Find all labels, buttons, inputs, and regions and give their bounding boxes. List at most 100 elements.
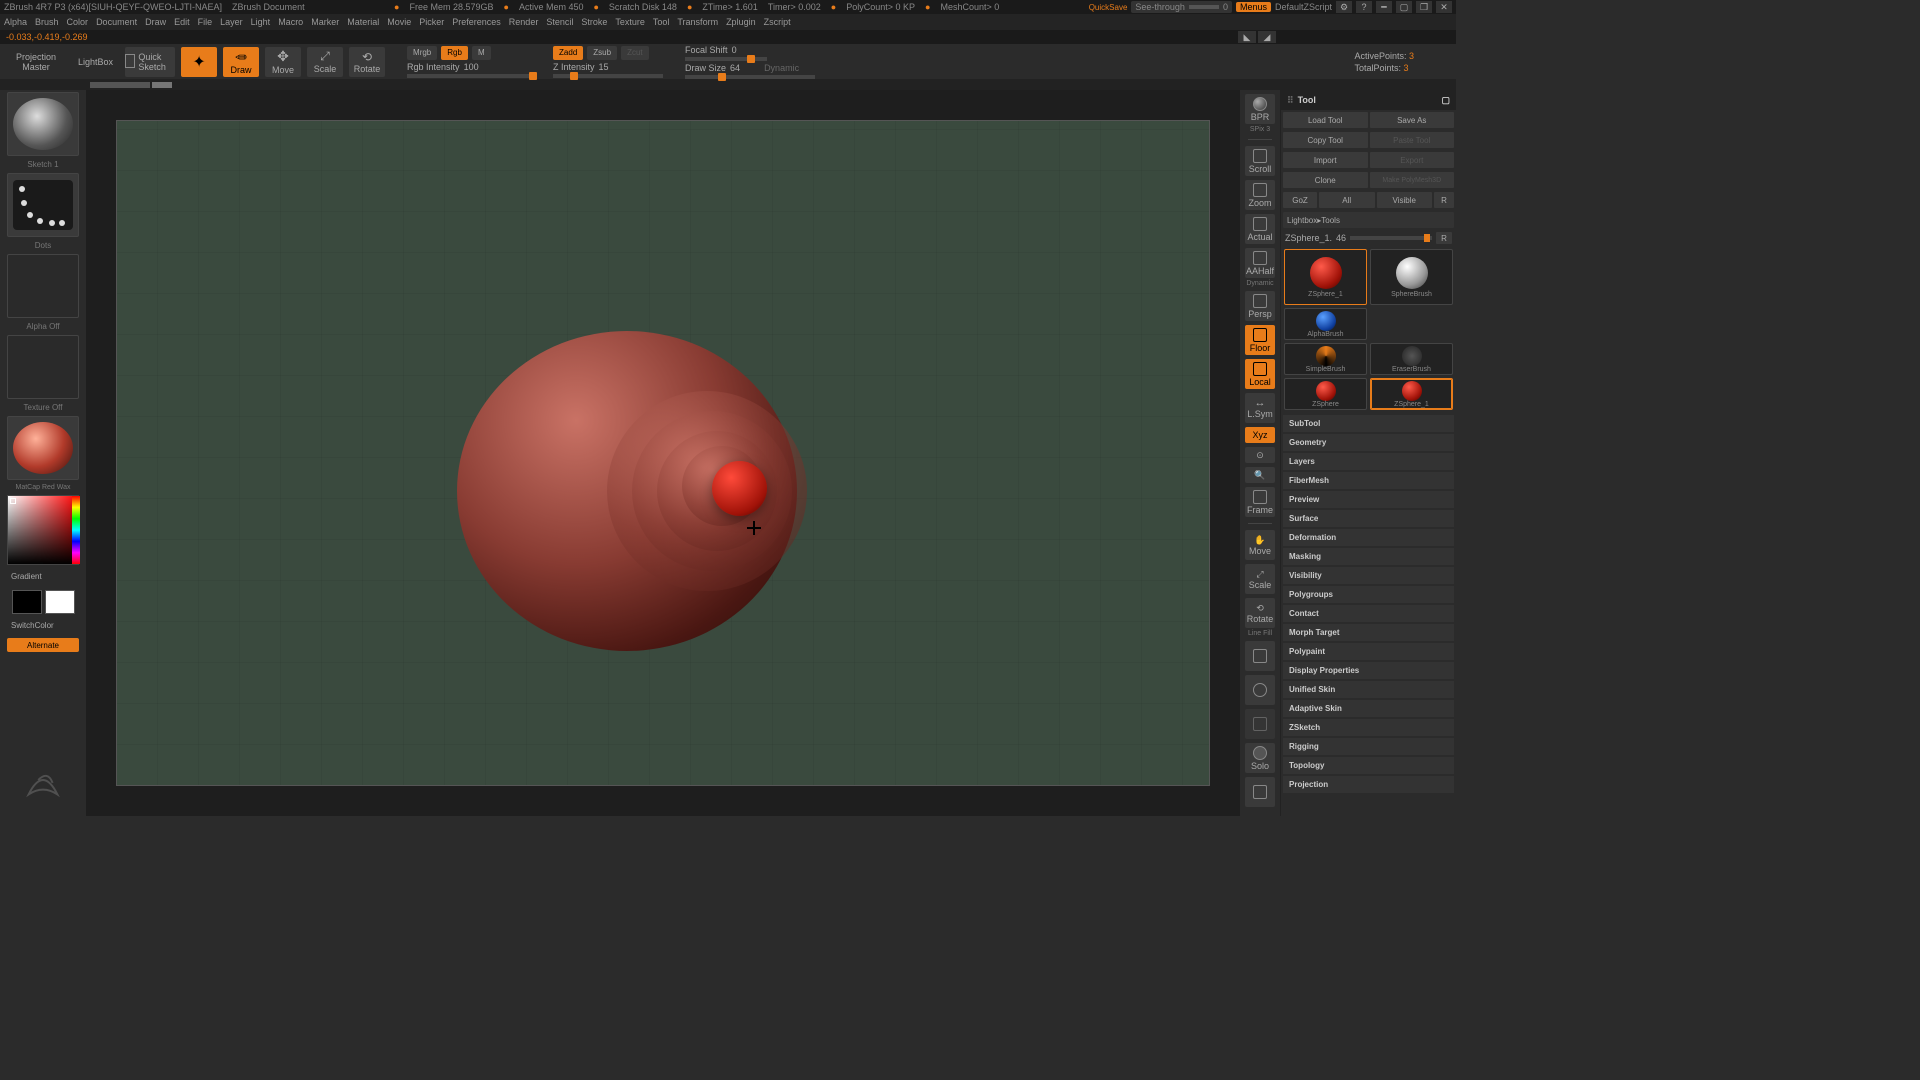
- center-button[interactable]: ⊙: [1245, 447, 1275, 463]
- mrgb-button[interactable]: Mrgb: [407, 46, 437, 60]
- section-display-properties[interactable]: Display Properties: [1283, 662, 1454, 679]
- menu-render[interactable]: Render: [509, 17, 539, 27]
- material-slot[interactable]: [7, 416, 79, 480]
- menu-marker[interactable]: Marker: [311, 17, 339, 27]
- local-button[interactable]: Local: [1245, 359, 1275, 389]
- tool-thumb-simplebrush[interactable]: SimpleBrush: [1284, 343, 1367, 375]
- m-button[interactable]: M: [472, 46, 491, 60]
- tool-slider[interactable]: [1350, 236, 1432, 240]
- frame-button[interactable]: Frame: [1245, 487, 1275, 517]
- menu-picker[interactable]: Picker: [419, 17, 444, 27]
- panel-grip-icon[interactable]: ⠿: [1287, 95, 1294, 106]
- hue-slider[interactable]: [72, 496, 80, 564]
- collapse-icon[interactable]: ◢: [1258, 31, 1276, 43]
- section-unified-skin[interactable]: Unified Skin: [1283, 681, 1454, 698]
- primary-color-swatch[interactable]: [45, 590, 75, 614]
- menu-light[interactable]: Light: [251, 17, 271, 27]
- menu-brush[interactable]: Brush: [35, 17, 59, 27]
- section-masking[interactable]: Masking: [1283, 548, 1454, 565]
- draw-button[interactable]: ✏ Draw: [223, 47, 259, 77]
- default-zscript[interactable]: DefaultZScript: [1275, 2, 1332, 12]
- tool-r-button[interactable]: R: [1436, 232, 1452, 244]
- polyframe-button[interactable]: [1245, 641, 1275, 671]
- color-picker[interactable]: [7, 495, 79, 565]
- tool-thumb-zsphere[interactable]: ZSphere: [1284, 378, 1367, 410]
- gear-icon[interactable]: ⚙: [1336, 1, 1352, 13]
- secondary-color-swatch[interactable]: [12, 590, 42, 614]
- maximize-icon[interactable]: ▢: [1396, 1, 1412, 13]
- rotate-button[interactable]: ⟲ Rotate: [349, 47, 385, 77]
- section-morph-target[interactable]: Morph Target: [1283, 624, 1454, 641]
- alternate-button[interactable]: Alternate: [7, 638, 79, 652]
- dynamic-label[interactable]: Dynamic: [764, 63, 799, 73]
- rgb-button[interactable]: Rgb: [441, 46, 468, 60]
- tool-thumb-alphabrush[interactable]: AlphaBrush: [1284, 308, 1367, 340]
- menu-preferences[interactable]: Preferences: [452, 17, 501, 27]
- actual-button[interactable]: Actual: [1245, 214, 1275, 244]
- section-geometry[interactable]: Geometry: [1283, 434, 1454, 451]
- menu-color[interactable]: Color: [67, 17, 89, 27]
- tool-thumb-zsphere1b[interactable]: ZSphere_1: [1370, 378, 1453, 410]
- menu-zscript[interactable]: Zscript: [764, 17, 791, 27]
- menu-stroke[interactable]: Stroke: [581, 17, 607, 27]
- zoom-button[interactable]: Zoom: [1245, 180, 1275, 210]
- floor-button[interactable]: Floor: [1245, 325, 1275, 355]
- section-adaptive-skin[interactable]: Adaptive Skin: [1283, 700, 1454, 717]
- zsub-button[interactable]: Zsub: [587, 46, 617, 60]
- draw-size-slider[interactable]: [685, 75, 815, 79]
- menu-transform[interactable]: Transform: [677, 17, 718, 27]
- menu-file[interactable]: File: [198, 17, 213, 27]
- transpose-scale-button[interactable]: ⤢Scale: [1245, 564, 1275, 594]
- bpr-button[interactable]: BPR: [1245, 94, 1275, 124]
- alpha-slot[interactable]: [7, 254, 79, 318]
- lsym-button[interactable]: ↔L.Sym: [1245, 393, 1275, 423]
- focal-shift-slider[interactable]: [685, 57, 767, 61]
- save-as-button[interactable]: Save As: [1370, 112, 1455, 128]
- gradient-button[interactable]: Gradient: [7, 570, 79, 583]
- section-polygroups[interactable]: Polygroups: [1283, 586, 1454, 603]
- switchcolor-button[interactable]: SwitchColor: [7, 619, 79, 632]
- menu-tool[interactable]: Tool: [653, 17, 670, 27]
- transp-button[interactable]: [1245, 675, 1275, 705]
- menu-edit[interactable]: Edit: [174, 17, 190, 27]
- menus-toggle[interactable]: Menus: [1236, 2, 1271, 12]
- projection-master-button[interactable]: Projection Master: [6, 47, 66, 77]
- seethrough-slider[interactable]: See-through 0: [1131, 1, 1232, 13]
- section-contact[interactable]: Contact: [1283, 605, 1454, 622]
- ghost-button[interactable]: [1245, 709, 1275, 739]
- zadd-button[interactable]: Zadd: [553, 46, 583, 60]
- scroll-button[interactable]: Scroll: [1245, 146, 1275, 176]
- scale-button[interactable]: ⤢ Scale: [307, 47, 343, 77]
- menu-alpha[interactable]: Alpha: [4, 17, 27, 27]
- stroke-slot[interactable]: [7, 173, 79, 237]
- paste-tool-button[interactable]: Paste Tool: [1370, 132, 1455, 148]
- quicksave-button[interactable]: QuickSave: [1089, 3, 1128, 12]
- texture-slot[interactable]: [7, 335, 79, 399]
- menu-macro[interactable]: Macro: [278, 17, 303, 27]
- make-polymesh-button[interactable]: Make PolyMesh3D: [1370, 172, 1455, 188]
- lightbox-button[interactable]: LightBox: [72, 47, 119, 77]
- goz-all-button[interactable]: All: [1319, 192, 1375, 208]
- help-icon[interactable]: ?: [1356, 1, 1372, 13]
- menu-draw[interactable]: Draw: [145, 17, 166, 27]
- persp-button[interactable]: Persp: [1245, 291, 1275, 321]
- menu-movie[interactable]: Movie: [387, 17, 411, 27]
- section-preview[interactable]: Preview: [1283, 491, 1454, 508]
- zcut-button[interactable]: Zcut: [621, 46, 649, 60]
- lightbox-tools-button[interactable]: Lightbox▸Tools: [1283, 212, 1454, 228]
- tool-thumb-spherebrush[interactable]: SphereBrush: [1370, 249, 1453, 305]
- section-fibermesh[interactable]: FiberMesh: [1283, 472, 1454, 489]
- menu-material[interactable]: Material: [347, 17, 379, 27]
- section-surface[interactable]: Surface: [1283, 510, 1454, 527]
- close-icon[interactable]: ✕: [1436, 1, 1452, 13]
- menu-stencil[interactable]: Stencil: [546, 17, 573, 27]
- goz-button[interactable]: GoZ: [1283, 192, 1317, 208]
- tool-thumb-zsphere1[interactable]: ZSphere_1: [1284, 249, 1367, 305]
- section-layers[interactable]: Layers: [1283, 453, 1454, 470]
- aahalf-button[interactable]: AAHalf: [1245, 248, 1275, 278]
- viewport[interactable]: [116, 120, 1210, 786]
- menu-texture[interactable]: Texture: [615, 17, 645, 27]
- section-subtool[interactable]: SubTool: [1283, 415, 1454, 432]
- solo-button[interactable]: Solo: [1245, 743, 1275, 773]
- goz-visible-button[interactable]: Visible: [1377, 192, 1433, 208]
